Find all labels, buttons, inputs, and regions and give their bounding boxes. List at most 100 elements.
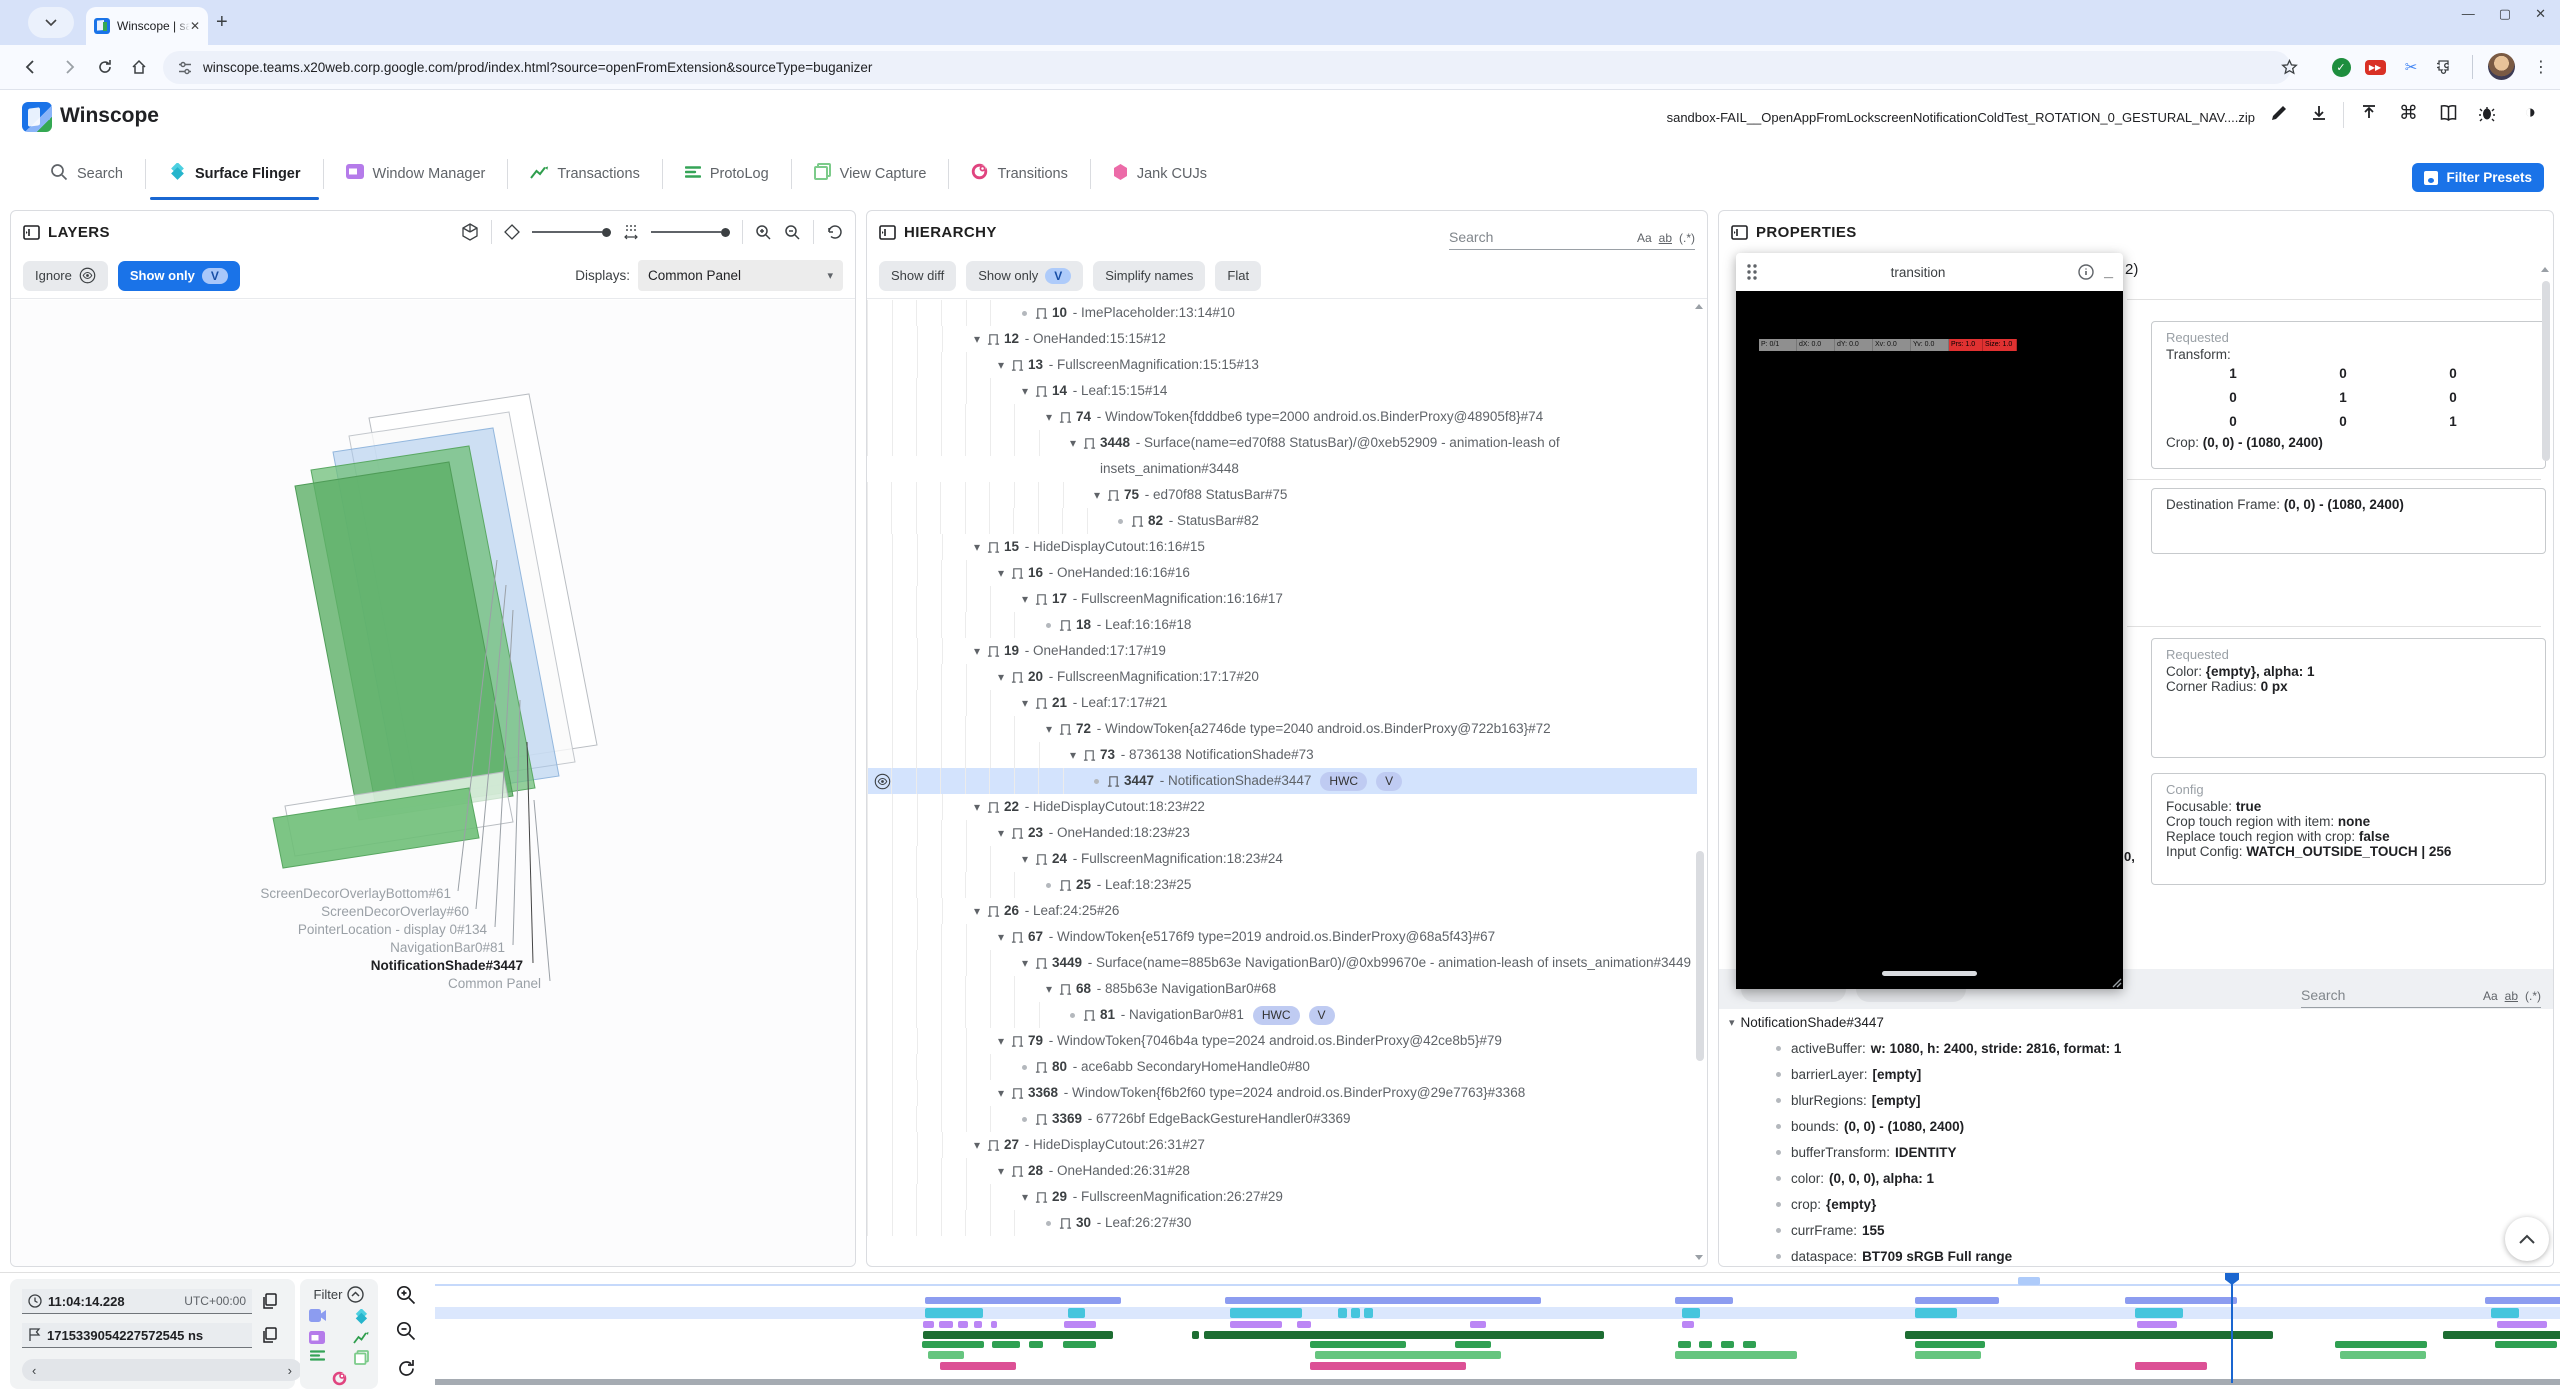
property-tree-row[interactable]: bounds:(0, 0) - (1080, 2400) bbox=[1776, 1113, 2553, 1139]
trace-entry[interactable] bbox=[2497, 1321, 2547, 1328]
reset-view-icon[interactable] bbox=[826, 224, 843, 241]
visibility-eye-icon[interactable] bbox=[874, 773, 891, 790]
zoom-in-icon[interactable] bbox=[755, 224, 772, 241]
timeline-hscroll[interactable]: ‹ › bbox=[22, 1359, 302, 1381]
hierarchy-node[interactable]: ▾29 - FullscreenMagnification:26:27#29 bbox=[867, 1184, 1697, 1210]
trace-entry[interactable] bbox=[992, 1341, 1020, 1348]
protolog-icon[interactable] bbox=[310, 1350, 325, 1361]
hierarchy-node[interactable]: 3369 - 67726bf EdgeBackGestureHandler0#3… bbox=[867, 1106, 1697, 1132]
trace-entry[interactable] bbox=[1068, 1308, 1085, 1318]
transactions-icon[interactable] bbox=[353, 1331, 369, 1344]
property-tree-row[interactable]: bufferTransform:IDENTITY bbox=[1776, 1139, 2553, 1165]
trace-entry[interactable] bbox=[928, 1351, 964, 1359]
hierarchy-node[interactable]: ▾15 - HideDisplayCutout:16:16#15 bbox=[867, 534, 1697, 560]
window-maximize-icon[interactable]: ▢ bbox=[2499, 6, 2511, 22]
scroll-down-icon[interactable] bbox=[1695, 1255, 1703, 1260]
timeline-cursor[interactable] bbox=[2231, 1277, 2233, 1383]
trace-entry[interactable] bbox=[1351, 1308, 1360, 1318]
chip-simplify-names[interactable]: Simplify names bbox=[1093, 261, 1205, 291]
command-shortcuts-icon[interactable]: ⌘ bbox=[2399, 102, 2418, 125]
track-view-capture[interactable] bbox=[870, 1351, 2560, 1359]
hierarchy-node[interactable]: ▾67 - WindowToken{e5176f9 type=2019 andr… bbox=[867, 924, 1697, 950]
spacing-slider[interactable] bbox=[651, 228, 730, 237]
layer-label[interactable]: Common Panel bbox=[448, 976, 541, 991]
trace-entry[interactable] bbox=[940, 1362, 1016, 1370]
trace-entry[interactable] bbox=[1915, 1351, 1981, 1359]
hierarchy-node[interactable]: ▾24 - FullscreenMagnification:18:23#24 bbox=[867, 846, 1697, 872]
kebab-menu-icon[interactable]: ⋮ bbox=[2528, 54, 2554, 80]
bug-report-icon[interactable] bbox=[2478, 104, 2496, 127]
trace-entry[interactable] bbox=[923, 1321, 934, 1328]
trace-entry[interactable] bbox=[1915, 1308, 1957, 1318]
trace-entry[interactable] bbox=[1338, 1308, 1347, 1318]
hierarchy-node[interactable]: ▾3368 - WindowToken{f6b2f60 type=2024 an… bbox=[867, 1080, 1697, 1106]
avatar[interactable] bbox=[2488, 53, 2515, 80]
scroll-right-icon[interactable]: › bbox=[288, 1363, 292, 1378]
match-word-icon[interactable]: ab bbox=[2505, 989, 2518, 1003]
trace-entry[interactable] bbox=[1721, 1341, 1734, 1348]
hierarchy-node[interactable]: 25 - Leaf:18:23#25 bbox=[867, 872, 1697, 898]
hierarchy-node[interactable]: ▾74 - WindowToken{fdddbe6 type=2000 andr… bbox=[867, 404, 1697, 430]
extensions-puzzle-icon[interactable] bbox=[2432, 54, 2458, 80]
trace-entry[interactable] bbox=[1905, 1331, 2273, 1339]
hierarchy-node[interactable]: ▾3449 - Surface(name=885b63e NavigationB… bbox=[867, 950, 1697, 976]
hierarchy-node[interactable]: ▾72 - WindowToken{a2746de type=2040 andr… bbox=[867, 716, 1697, 742]
timeline-reset-icon[interactable] bbox=[397, 1359, 416, 1378]
copy-icon[interactable] bbox=[262, 1327, 278, 1343]
trace-entry[interactable] bbox=[2495, 1341, 2557, 1348]
trace-entry[interactable] bbox=[974, 1321, 982, 1328]
hierarchy-node[interactable]: 81 - NavigationBar0#81HWCV bbox=[867, 1002, 1697, 1028]
scroll-up-icon[interactable] bbox=[2541, 267, 2549, 272]
scroll-left-icon[interactable]: ‹ bbox=[32, 1363, 36, 1378]
tab-close-icon[interactable]: ✕ bbox=[190, 19, 200, 33]
scroll-up-icon[interactable] bbox=[1695, 304, 1703, 309]
trace-entry[interactable] bbox=[991, 1321, 997, 1328]
tab-transactions[interactable]: Transactions bbox=[508, 145, 661, 202]
layer-label[interactable]: ScreenDecorOverlayBottom#61 bbox=[260, 886, 451, 901]
upload-icon[interactable] bbox=[2360, 104, 2378, 127]
trace-entry[interactable] bbox=[1064, 1321, 1096, 1328]
edit-icon[interactable] bbox=[2270, 104, 2288, 127]
trace-entry[interactable] bbox=[2135, 1362, 2207, 1370]
hierarchy-node[interactable]: 10 - ImePlaceholder:13:14#10 bbox=[867, 300, 1697, 326]
trace-entry[interactable] bbox=[1743, 1341, 1756, 1348]
regex-icon[interactable]: (.*) bbox=[1679, 231, 1695, 245]
new-tab-button[interactable]: + bbox=[216, 10, 228, 34]
trace-entry[interactable] bbox=[1915, 1297, 1999, 1304]
back-icon[interactable] bbox=[18, 54, 44, 80]
panel-collapse-icon[interactable] bbox=[879, 225, 896, 240]
tab-protolog[interactable]: ProtoLog bbox=[663, 145, 791, 202]
displays-select[interactable]: Common Panel ▾ bbox=[638, 260, 843, 291]
hierarchy-node[interactable]: ▾19 - OneHanded:17:17#19 bbox=[867, 638, 1697, 664]
trace-entry[interactable] bbox=[1297, 1321, 1311, 1328]
track-transactions[interactable] bbox=[870, 1331, 2560, 1339]
time-field[interactable]: 11:04:14.228 UTC+00:00 bbox=[22, 1289, 252, 1314]
docs-book-icon[interactable] bbox=[2439, 104, 2458, 127]
trace-entry[interactable] bbox=[1063, 1341, 1096, 1348]
tab-surface-flinger[interactable]: Surface Flinger bbox=[146, 145, 323, 202]
home-icon[interactable] bbox=[126, 54, 152, 80]
view-capture-icon[interactable] bbox=[354, 1350, 369, 1365]
hierarchy-node[interactable]: ▾20 - FullscreenMagnification:17:17#20 bbox=[867, 664, 1697, 690]
show-only-v-chip[interactable]: Show only V bbox=[118, 261, 240, 291]
trace-entry[interactable] bbox=[1682, 1321, 1694, 1328]
window-minimize-icon[interactable]: — bbox=[2462, 6, 2475, 22]
drag-handle-icon[interactable] bbox=[1746, 263, 1758, 281]
resize-handle-icon[interactable] bbox=[2110, 976, 2122, 988]
layer-label[interactable]: PointerLocation - display 0#134 bbox=[298, 922, 487, 937]
trace-entry[interactable] bbox=[2335, 1341, 2427, 1348]
info-icon[interactable] bbox=[2078, 264, 2094, 280]
collapse-circle-icon[interactable] bbox=[347, 1286, 364, 1303]
transition-screenshot-window[interactable]: transition _ P: 0/1dX: 0.0dY: 0.0Xv: 0.0… bbox=[1736, 253, 2123, 989]
hierarchy-node[interactable]: 82 - StatusBar#82 bbox=[867, 508, 1697, 534]
tab-search[interactable]: Search bbox=[28, 145, 145, 202]
hierarchy-node[interactable]: 80 - ace6abb SecondaryHomeHandle0#80 bbox=[867, 1054, 1697, 1080]
trace-entry[interactable] bbox=[1678, 1341, 1691, 1348]
tab-view-capture[interactable]: View Capture bbox=[792, 145, 949, 202]
timeline-zoom-in-icon[interactable] bbox=[396, 1285, 416, 1305]
trace-entry[interactable] bbox=[1310, 1362, 1466, 1370]
property-tree-row[interactable]: color:(0, 0, 0), alpha: 1 bbox=[1776, 1165, 2553, 1191]
property-tree-row[interactable]: blurRegions:[empty] bbox=[1776, 1087, 2553, 1113]
trace-entry[interactable] bbox=[2485, 1297, 2560, 1304]
track-protolog[interactable] bbox=[870, 1341, 2560, 1348]
